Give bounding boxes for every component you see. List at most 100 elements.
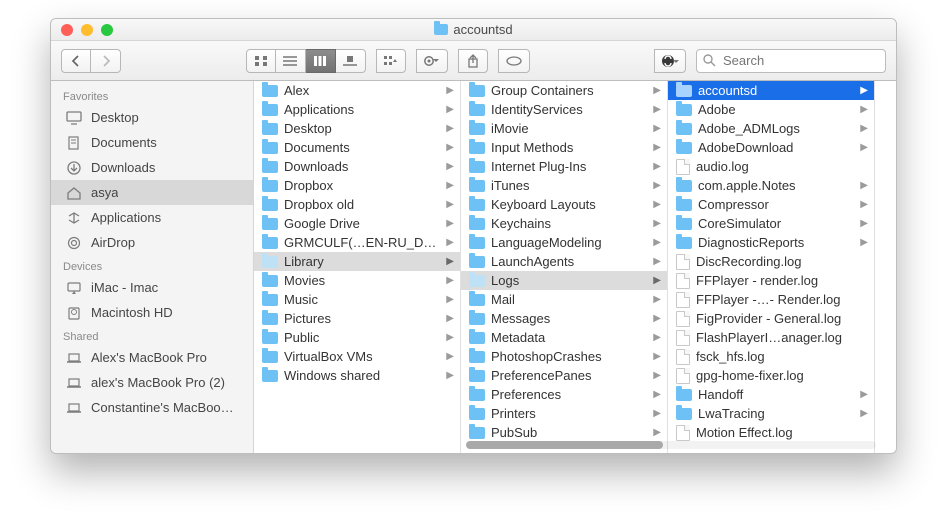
close-button[interactable] (61, 24, 73, 36)
list-item[interactable]: iMovie▶ (461, 119, 667, 138)
list-item[interactable]: Metadata▶ (461, 328, 667, 347)
folder-icon (469, 180, 485, 192)
list-item[interactable]: PubSub▶ (461, 423, 667, 442)
sidebar-item[interactable]: iMac - Imac (51, 275, 253, 300)
chevron-right-icon: ▶ (653, 370, 661, 381)
chevron-right-icon: ▶ (446, 237, 454, 248)
horizontal-scrollbar[interactable] (466, 441, 876, 449)
sidebar-item[interactable]: Macintosh HD (51, 300, 253, 325)
folder-icon (262, 256, 278, 268)
chevron-right-icon: ▶ (653, 351, 661, 362)
chevron-right-icon: ▶ (446, 351, 454, 362)
arrange-button[interactable] (376, 49, 406, 73)
list-item[interactable]: IdentityServices▶ (461, 100, 667, 119)
chevron-right-icon: ▶ (653, 427, 661, 438)
sidebar-item[interactable]: Desktop (51, 105, 253, 130)
list-item[interactable]: Input Methods▶ (461, 138, 667, 157)
search-input[interactable] (696, 49, 886, 73)
list-item[interactable]: audio.log (668, 157, 874, 176)
list-item[interactable]: LanguageModeling▶ (461, 233, 667, 252)
list-item[interactable]: Handoff▶ (668, 385, 874, 404)
sidebar-item[interactable]: Applications (51, 205, 253, 230)
list-item[interactable]: Printers▶ (461, 404, 667, 423)
content-area: FavoritesDesktopDocumentsDownloadsasyaAp… (51, 81, 896, 453)
list-item[interactable]: Dropbox old▶ (254, 195, 460, 214)
list-item[interactable]: Public▶ (254, 328, 460, 347)
list-item[interactable]: Keyboard Layouts▶ (461, 195, 667, 214)
minimize-button[interactable] (81, 24, 93, 36)
view-column-button[interactable] (306, 49, 336, 73)
view-icon-button[interactable] (246, 49, 276, 73)
list-item[interactable]: Applications▶ (254, 100, 460, 119)
list-item[interactable]: Music▶ (254, 290, 460, 309)
list-item[interactable]: gpg-home-fixer.log (668, 366, 874, 385)
list-item[interactable]: Alex▶ (254, 81, 460, 100)
list-item[interactable]: Messages▶ (461, 309, 667, 328)
list-item[interactable]: Movies▶ (254, 271, 460, 290)
list-item[interactable]: accountsd▶ (668, 81, 874, 100)
view-coverflow-button[interactable] (336, 49, 366, 73)
sidebar-item[interactable]: Downloads (51, 155, 253, 180)
list-item[interactable]: Desktop▶ (254, 119, 460, 138)
list-item[interactable]: Downloads▶ (254, 157, 460, 176)
list-item[interactable]: Logs▶ (461, 271, 667, 290)
folder-icon (469, 294, 485, 306)
list-item[interactable]: Google Drive▶ (254, 214, 460, 233)
list-item[interactable]: FigProvider - General.log (668, 309, 874, 328)
list-item[interactable]: Keychains▶ (461, 214, 667, 233)
zoom-button[interactable] (101, 24, 113, 36)
browser-column: accountsd▶Adobe▶Adobe_ADMLogs▶AdobeDownl… (668, 81, 875, 453)
item-label: Google Drive (284, 216, 440, 231)
folder-icon (469, 427, 485, 439)
sidebar-item[interactable]: alex's MacBook Pro (2) (51, 370, 253, 395)
list-item[interactable]: PhotoshopCrashes▶ (461, 347, 667, 366)
list-item[interactable]: AdobeDownload ▶ (668, 138, 874, 157)
list-item[interactable]: VirtualBox VMs▶ (254, 347, 460, 366)
list-item[interactable]: Compressor▶ (668, 195, 874, 214)
chevron-right-icon: ▶ (860, 142, 868, 153)
share-button[interactable] (458, 49, 488, 73)
sidebar-item[interactable]: Constantine's MacBoo… (51, 395, 253, 420)
list-item[interactable]: PreferencePanes▶ (461, 366, 667, 385)
list-item[interactable]: LaunchAgents▶ (461, 252, 667, 271)
list-item[interactable]: Internet Plug-Ins▶ (461, 157, 667, 176)
list-item[interactable]: Library▶ (254, 252, 460, 271)
list-item[interactable]: Adobe▶ (668, 100, 874, 119)
list-item[interactable]: Pictures▶ (254, 309, 460, 328)
list-item[interactable]: FlashPlayerI…anager.log (668, 328, 874, 347)
browser-column: Alex▶Applications▶Desktop▶Documents▶Down… (254, 81, 461, 453)
dropbox-sync-button[interactable] (654, 49, 686, 73)
list-item[interactable]: DiscRecording.log (668, 252, 874, 271)
item-label: Dropbox (284, 178, 440, 193)
list-item[interactable]: FFPlayer - render.log (668, 271, 874, 290)
back-button[interactable] (61, 49, 91, 73)
list-item[interactable]: Dropbox▶ (254, 176, 460, 195)
list-item[interactable]: FFPlayer -…- Render.log (668, 290, 874, 309)
list-item[interactable]: Documents▶ (254, 138, 460, 157)
list-item[interactable]: CoreSimulator▶ (668, 214, 874, 233)
list-item[interactable]: fsck_hfs.log (668, 347, 874, 366)
sidebar-item[interactable]: Documents (51, 130, 253, 155)
view-list-button[interactable] (276, 49, 306, 73)
list-item[interactable]: Windows shared▶ (254, 366, 460, 385)
list-item[interactable]: iTunes▶ (461, 176, 667, 195)
list-item[interactable]: LwaTracing▶ (668, 404, 874, 423)
item-label: AdobeDownload (698, 140, 854, 155)
list-item[interactable]: com.apple.Notes▶ (668, 176, 874, 195)
forward-button[interactable] (91, 49, 121, 73)
list-item[interactable]: GRMCULF(…EN-RU_DVD▶ (254, 233, 460, 252)
sidebar-item[interactable]: Alex's MacBook Pro (51, 345, 253, 370)
sidebar-item-label: Macintosh HD (91, 305, 173, 320)
sidebar-item[interactable]: asya (51, 180, 253, 205)
list-item[interactable]: Motion Effect.log (668, 423, 874, 442)
list-item[interactable]: DiagnosticReports▶ (668, 233, 874, 252)
tags-button[interactable] (498, 49, 530, 73)
scrollbar-thumb[interactable] (466, 441, 663, 449)
action-button[interactable] (416, 49, 448, 73)
list-item[interactable]: Mail▶ (461, 290, 667, 309)
list-item[interactable]: Group Containers▶ (461, 81, 667, 100)
list-item[interactable]: Preferences▶ (461, 385, 667, 404)
file-icon (676, 349, 690, 365)
sidebar-item[interactable]: AirDrop (51, 230, 253, 255)
list-item[interactable]: Adobe_ADMLogs▶ (668, 119, 874, 138)
